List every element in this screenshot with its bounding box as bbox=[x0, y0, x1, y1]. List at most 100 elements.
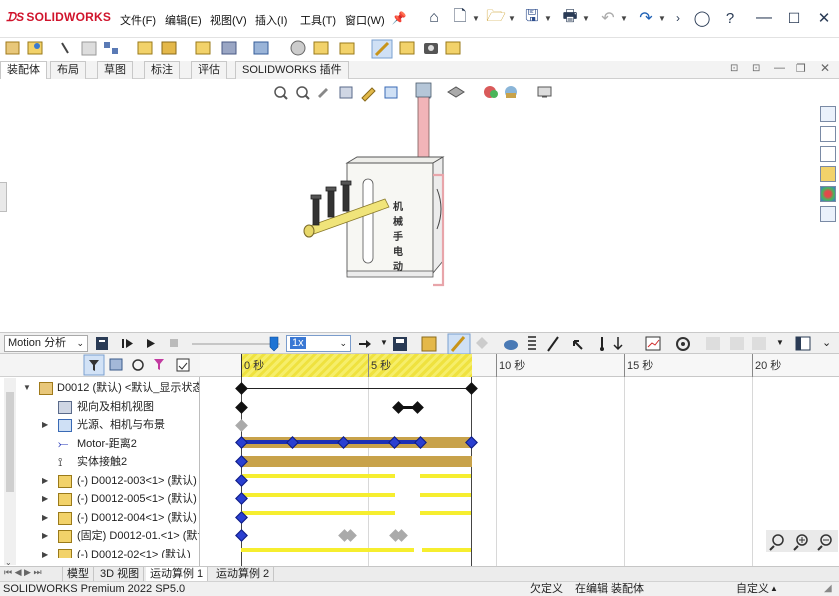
contact-icon[interactable] bbox=[600, 337, 604, 351]
collapse-icon[interactable]: ⊡ bbox=[730, 63, 738, 74]
force-icon[interactable] bbox=[573, 340, 583, 350]
motor-icon[interactable] bbox=[504, 340, 518, 350]
move-component-icon[interactable] bbox=[161, 41, 177, 55]
chevron-down-icon[interactable]: ▼ bbox=[472, 14, 480, 23]
tab-solidworks-addins[interactable]: SOLIDWORKS 插件 bbox=[235, 61, 349, 79]
playback-speed-select[interactable]: 1x ⌄ bbox=[286, 335, 351, 352]
paperclip-icon[interactable] bbox=[61, 42, 69, 54]
pin-icon[interactable]: 📌 bbox=[389, 8, 409, 28]
expand-toggle[interactable]: ▶ bbox=[42, 416, 48, 434]
filter-driving-icon[interactable] bbox=[109, 358, 123, 371]
tree-row-motor[interactable]: ⤚ Motor-距离2 bbox=[0, 435, 199, 454]
keyframe[interactable] bbox=[235, 382, 248, 395]
zoom-out-icon[interactable] bbox=[817, 534, 832, 551]
print-icon[interactable]: 🖶 bbox=[560, 8, 580, 28]
keyframe[interactable] bbox=[465, 382, 478, 395]
take-snapshot-icon[interactable] bbox=[424, 43, 438, 54]
tab-model[interactable]: 模型 bbox=[62, 567, 94, 582]
home-icon[interactable]: ⌂ bbox=[424, 8, 444, 28]
menu-window[interactable]: 窗口(W) bbox=[345, 12, 385, 28]
menu-file[interactable]: 文件(F) bbox=[120, 12, 156, 28]
tile-icon[interactable]: ⊡ bbox=[752, 63, 760, 74]
view-settings-icon[interactable] bbox=[537, 86, 552, 98]
tab-3d-view[interactable]: 3D 视图 bbox=[96, 567, 145, 582]
status-units[interactable]: 自定义 bbox=[736, 582, 769, 596]
undo-icon[interactable]: ↶ bbox=[598, 8, 618, 28]
linear-pattern-icon[interactable] bbox=[104, 42, 118, 54]
task-pane-home-icon[interactable] bbox=[820, 106, 836, 122]
tab-layout[interactable]: 布局 bbox=[50, 61, 86, 79]
chevron-up-icon[interactable]: ▲ bbox=[770, 582, 778, 596]
tree-row-component-fixed[interactable]: ▶ (固定) D0012-01.<1> (默认 bbox=[0, 527, 199, 546]
gravity-icon[interactable] bbox=[613, 337, 623, 351]
timeline-ruler[interactable]: 0 秒 5 秒 10 秒 15 秒 20 秒 bbox=[200, 354, 839, 377]
tree-row-component[interactable]: ▶ (-) D0012-003<1> (默认) bbox=[0, 472, 199, 491]
bill-of-materials-icon[interactable] bbox=[313, 41, 329, 55]
assembly-features-icon[interactable] bbox=[221, 41, 237, 55]
user-account-icon[interactable]: ◯ bbox=[692, 8, 712, 28]
zoom-in-icon[interactable] bbox=[793, 534, 808, 551]
motion-study-properties-icon[interactable] bbox=[676, 337, 690, 351]
more-icon[interactable]: › bbox=[668, 8, 688, 28]
collapse-panel-icon[interactable] bbox=[795, 336, 811, 351]
tab-evaluate[interactable]: 评估 bbox=[191, 61, 227, 79]
menu-tools[interactable]: 工具(T) bbox=[300, 12, 336, 28]
chevron-down-icon[interactable]: ▼ bbox=[544, 14, 552, 23]
update-speedpak-icon[interactable] bbox=[399, 41, 415, 55]
new-document-icon[interactable]: 🗋 bbox=[450, 8, 470, 28]
keyframe[interactable] bbox=[411, 401, 424, 414]
play-from-start-icon[interactable] bbox=[122, 339, 133, 348]
zoom-to-fit-icon[interactable] bbox=[274, 86, 288, 100]
assembly-model[interactable]: 机械手电动 bbox=[295, 79, 495, 309]
keyframe[interactable] bbox=[235, 529, 248, 542]
new-motion-study-icon[interactable] bbox=[290, 40, 306, 56]
component-preview-icon[interactable] bbox=[81, 41, 97, 56]
task-pane-design-library-icon[interactable] bbox=[820, 126, 836, 142]
menu-insert[interactable]: 插入(I) bbox=[255, 12, 287, 28]
damper-icon[interactable] bbox=[547, 336, 559, 352]
chevron-down-icon[interactable]: ⌄ bbox=[822, 336, 831, 349]
filter-selected-icon[interactable] bbox=[132, 359, 144, 371]
tab-scroll-icons[interactable]: ⏮ ◀ ▶ ⏭ bbox=[4, 567, 42, 578]
graphics-area[interactable]: 机械手电动 bbox=[0, 79, 839, 332]
open-folder-icon[interactable]: 🗁 bbox=[486, 8, 506, 28]
playback-mode-icon[interactable] bbox=[359, 340, 371, 348]
zoom-to-fit-icon[interactable] bbox=[769, 534, 784, 551]
tab-motion-study-1[interactable]: 运动算例 1 bbox=[146, 567, 209, 582]
task-pane-custom-properties-icon[interactable] bbox=[820, 206, 836, 222]
add-update-key-icon[interactable] bbox=[476, 337, 488, 349]
spring-icon[interactable] bbox=[528, 336, 536, 350]
maximize-icon[interactable]: ☐ bbox=[784, 8, 804, 28]
expand-toggle[interactable]: ▼ bbox=[23, 379, 31, 397]
tree-row-component[interactable]: ▶ (-) D0012-02<1> (默认) bbox=[0, 546, 199, 558]
solidworks-logo[interactable]: ᗪS SOLIDWORKS bbox=[6, 10, 111, 25]
smart-fasteners-icon[interactable] bbox=[137, 41, 153, 55]
large-assembly-icon[interactable] bbox=[445, 41, 461, 55]
chevron-down-icon[interactable]: ▼ bbox=[508, 14, 516, 23]
redo-icon[interactable]: ↷ bbox=[636, 8, 656, 28]
reference-geometry-icon[interactable] bbox=[253, 41, 269, 55]
tree-row-contact[interactable]: ⟟ 实体接触2 bbox=[0, 453, 199, 472]
expand-toggle[interactable]: ▶ bbox=[42, 472, 48, 490]
tab-motion-study-2[interactable]: 运动算例 2 bbox=[212, 567, 275, 582]
filter-animated-icon[interactable] bbox=[83, 354, 105, 376]
stop-icon[interactable] bbox=[170, 339, 178, 347]
save-icon[interactable]: 🖫 bbox=[522, 8, 542, 28]
keyframe[interactable] bbox=[392, 401, 405, 414]
expand-toggle[interactable]: ▶ bbox=[42, 527, 48, 545]
keyframe[interactable] bbox=[235, 419, 248, 432]
mate-icon[interactable] bbox=[27, 41, 43, 55]
doc-restore-icon[interactable]: ❐ bbox=[796, 62, 806, 75]
playback-slider-thumb[interactable] bbox=[269, 336, 279, 352]
instant3d-icon[interactable] bbox=[371, 39, 393, 59]
feature-manager-flyout-handle[interactable] bbox=[0, 182, 7, 212]
tree-row-component[interactable]: ▶ (-) D0012-005<1> (默认) bbox=[0, 490, 199, 509]
doc-close-icon[interactable]: ✕ bbox=[820, 61, 830, 75]
expand-toggle[interactable]: ▶ bbox=[42, 509, 48, 527]
chevron-down-icon[interactable]: ▼ bbox=[776, 338, 784, 347]
doc-minimize-icon[interactable]: — bbox=[774, 62, 785, 74]
chevron-down-icon[interactable]: ▼ bbox=[582, 14, 590, 23]
tab-sketch[interactable]: 草图 bbox=[97, 61, 133, 79]
tab-assembly[interactable]: 装配体 bbox=[0, 61, 47, 79]
insert-components-icon[interactable] bbox=[5, 41, 20, 55]
